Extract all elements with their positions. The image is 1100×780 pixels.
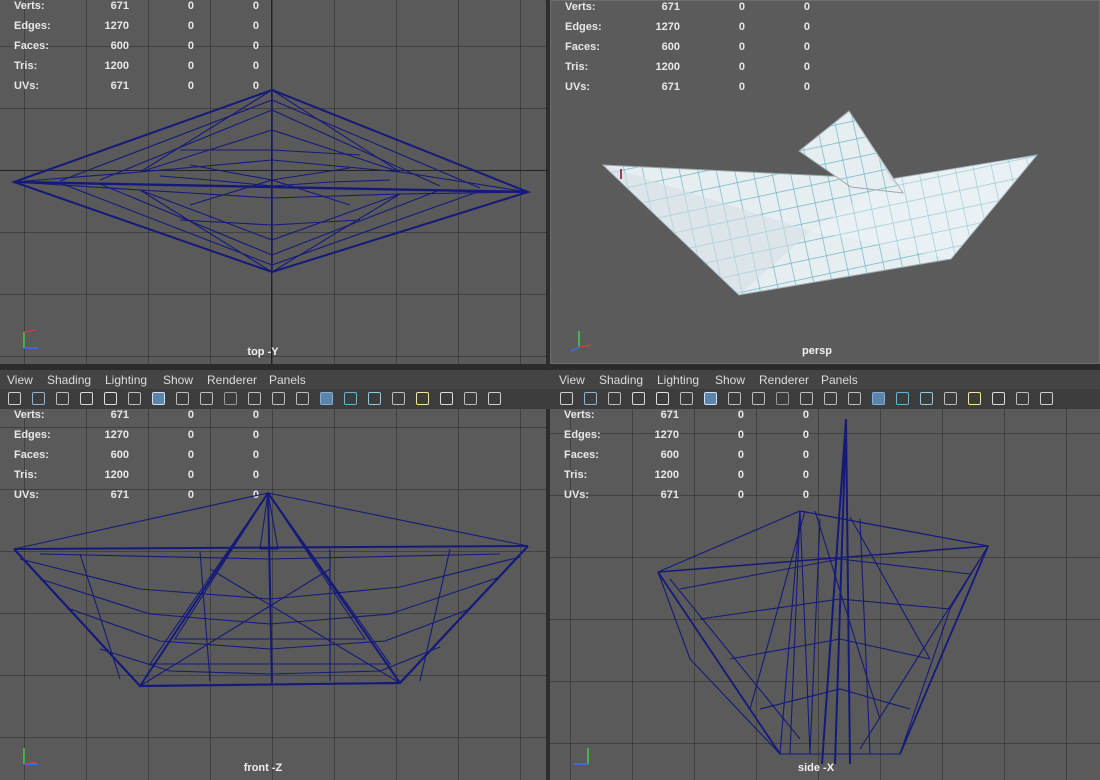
field-chart-icon[interactable] bbox=[800, 392, 813, 405]
bookmark-icon[interactable] bbox=[104, 392, 117, 405]
boat-wireframe-side bbox=[657, 418, 989, 765]
shadows-icon[interactable] bbox=[440, 392, 453, 405]
safe-action-icon[interactable] bbox=[272, 392, 285, 405]
resolution-gate-icon[interactable] bbox=[200, 392, 213, 405]
safe-action-icon[interactable] bbox=[824, 392, 837, 405]
wireframe-icon[interactable] bbox=[320, 392, 333, 405]
menu-renderer[interactable]: Renderer bbox=[207, 373, 257, 387]
camera-icon[interactable] bbox=[632, 392, 645, 405]
axis-gizmo bbox=[23, 748, 38, 765]
menu-show[interactable]: Show bbox=[715, 373, 745, 387]
isolate-icon[interactable] bbox=[464, 392, 477, 405]
textured-icon[interactable] bbox=[392, 392, 405, 405]
lights-icon[interactable] bbox=[968, 392, 981, 405]
menu-lighting[interactable]: Lighting bbox=[105, 373, 147, 387]
grid-icon[interactable] bbox=[704, 392, 717, 405]
wireframe-on-shaded-icon[interactable] bbox=[920, 392, 933, 405]
smooth-shade-icon[interactable] bbox=[896, 392, 909, 405]
boat-wireframe-front bbox=[13, 491, 529, 688]
pane-divider[interactable] bbox=[546, 409, 550, 780]
grid-icon[interactable] bbox=[152, 392, 165, 405]
textured-icon[interactable] bbox=[944, 392, 957, 405]
xray-icon[interactable] bbox=[488, 392, 501, 405]
menu-renderer[interactable]: Renderer bbox=[759, 373, 809, 387]
wireframe-icon[interactable] bbox=[872, 392, 885, 405]
viewport-label: side -X bbox=[797, 762, 835, 774]
axis-gizmo bbox=[570, 331, 592, 352]
paper-boat-textured bbox=[601, 110, 1039, 296]
viewport-side[interactable]: Verts: 671 0 0 Edges: 1270 0 0 Faces: 600 0 0 Tris: 1… bbox=[550, 409, 1100, 780]
image-plane-icon[interactable] bbox=[128, 392, 141, 405]
panel-menubar: View Shading Lighting Show Renderer Pane… bbox=[0, 370, 1100, 389]
menu-lighting[interactable]: Lighting bbox=[657, 373, 699, 387]
paint-icon[interactable] bbox=[608, 392, 621, 405]
menu-panels[interactable]: Panels bbox=[269, 373, 306, 387]
film-gate-icon[interactable] bbox=[176, 392, 189, 405]
viewport-top[interactable]: Verts: 671 0 0 Edges: 1270 0 0 Faces: 600 0 0 Tris: 1… bbox=[0, 0, 546, 364]
wireframe-on-shaded-icon[interactable] bbox=[368, 392, 381, 405]
paint-icon[interactable] bbox=[56, 392, 69, 405]
xray-icon[interactable] bbox=[1040, 392, 1053, 405]
field-chart-icon[interactable] bbox=[248, 392, 261, 405]
menu-shading[interactable]: Shading bbox=[599, 373, 643, 387]
axis-gizmo bbox=[574, 748, 589, 765]
axis-gizmo bbox=[23, 329, 38, 349]
menu-shading[interactable]: Shading bbox=[47, 373, 91, 387]
boat-wireframe-top bbox=[10, 88, 531, 274]
shadows-icon[interactable] bbox=[992, 392, 1005, 405]
safe-title-icon[interactable] bbox=[296, 392, 309, 405]
pane-divider[interactable] bbox=[546, 0, 550, 370]
camera-icon[interactable] bbox=[80, 392, 93, 405]
lasso-icon[interactable] bbox=[32, 392, 45, 405]
viewport-label: persp bbox=[802, 345, 832, 357]
smooth-shade-icon[interactable] bbox=[344, 392, 357, 405]
viewport-persp[interactable]: Verts: 671 0 0 Edges: 1270 0 0 Faces: 600 0 0 Tris: 1… bbox=[550, 0, 1100, 364]
lasso-icon[interactable] bbox=[584, 392, 597, 405]
safe-title-icon[interactable] bbox=[848, 392, 861, 405]
gate-mask-icon[interactable] bbox=[776, 392, 789, 405]
image-plane-icon[interactable] bbox=[680, 392, 693, 405]
viewport-label: top -Y bbox=[247, 346, 279, 358]
select-icon[interactable] bbox=[560, 392, 573, 405]
menu-view[interactable]: View bbox=[559, 373, 585, 387]
menu-view[interactable]: View bbox=[7, 373, 33, 387]
resolution-gate-icon[interactable] bbox=[752, 392, 765, 405]
viewport-front[interactable]: Verts: 671 0 0 Edges: 1270 0 0 Faces: 600 0 0 Tris: 1… bbox=[0, 409, 546, 780]
film-gate-icon[interactable] bbox=[728, 392, 741, 405]
menu-panels[interactable]: Panels bbox=[821, 373, 858, 387]
lights-icon[interactable] bbox=[416, 392, 429, 405]
panel-toolbar bbox=[0, 389, 1100, 410]
gate-mask-icon[interactable] bbox=[224, 392, 237, 405]
isolate-icon[interactable] bbox=[1016, 392, 1029, 405]
bookmark-icon[interactable] bbox=[656, 392, 669, 405]
select-icon[interactable] bbox=[8, 392, 21, 405]
menu-show[interactable]: Show bbox=[163, 373, 193, 387]
viewport-label: front -Z bbox=[243, 762, 283, 774]
